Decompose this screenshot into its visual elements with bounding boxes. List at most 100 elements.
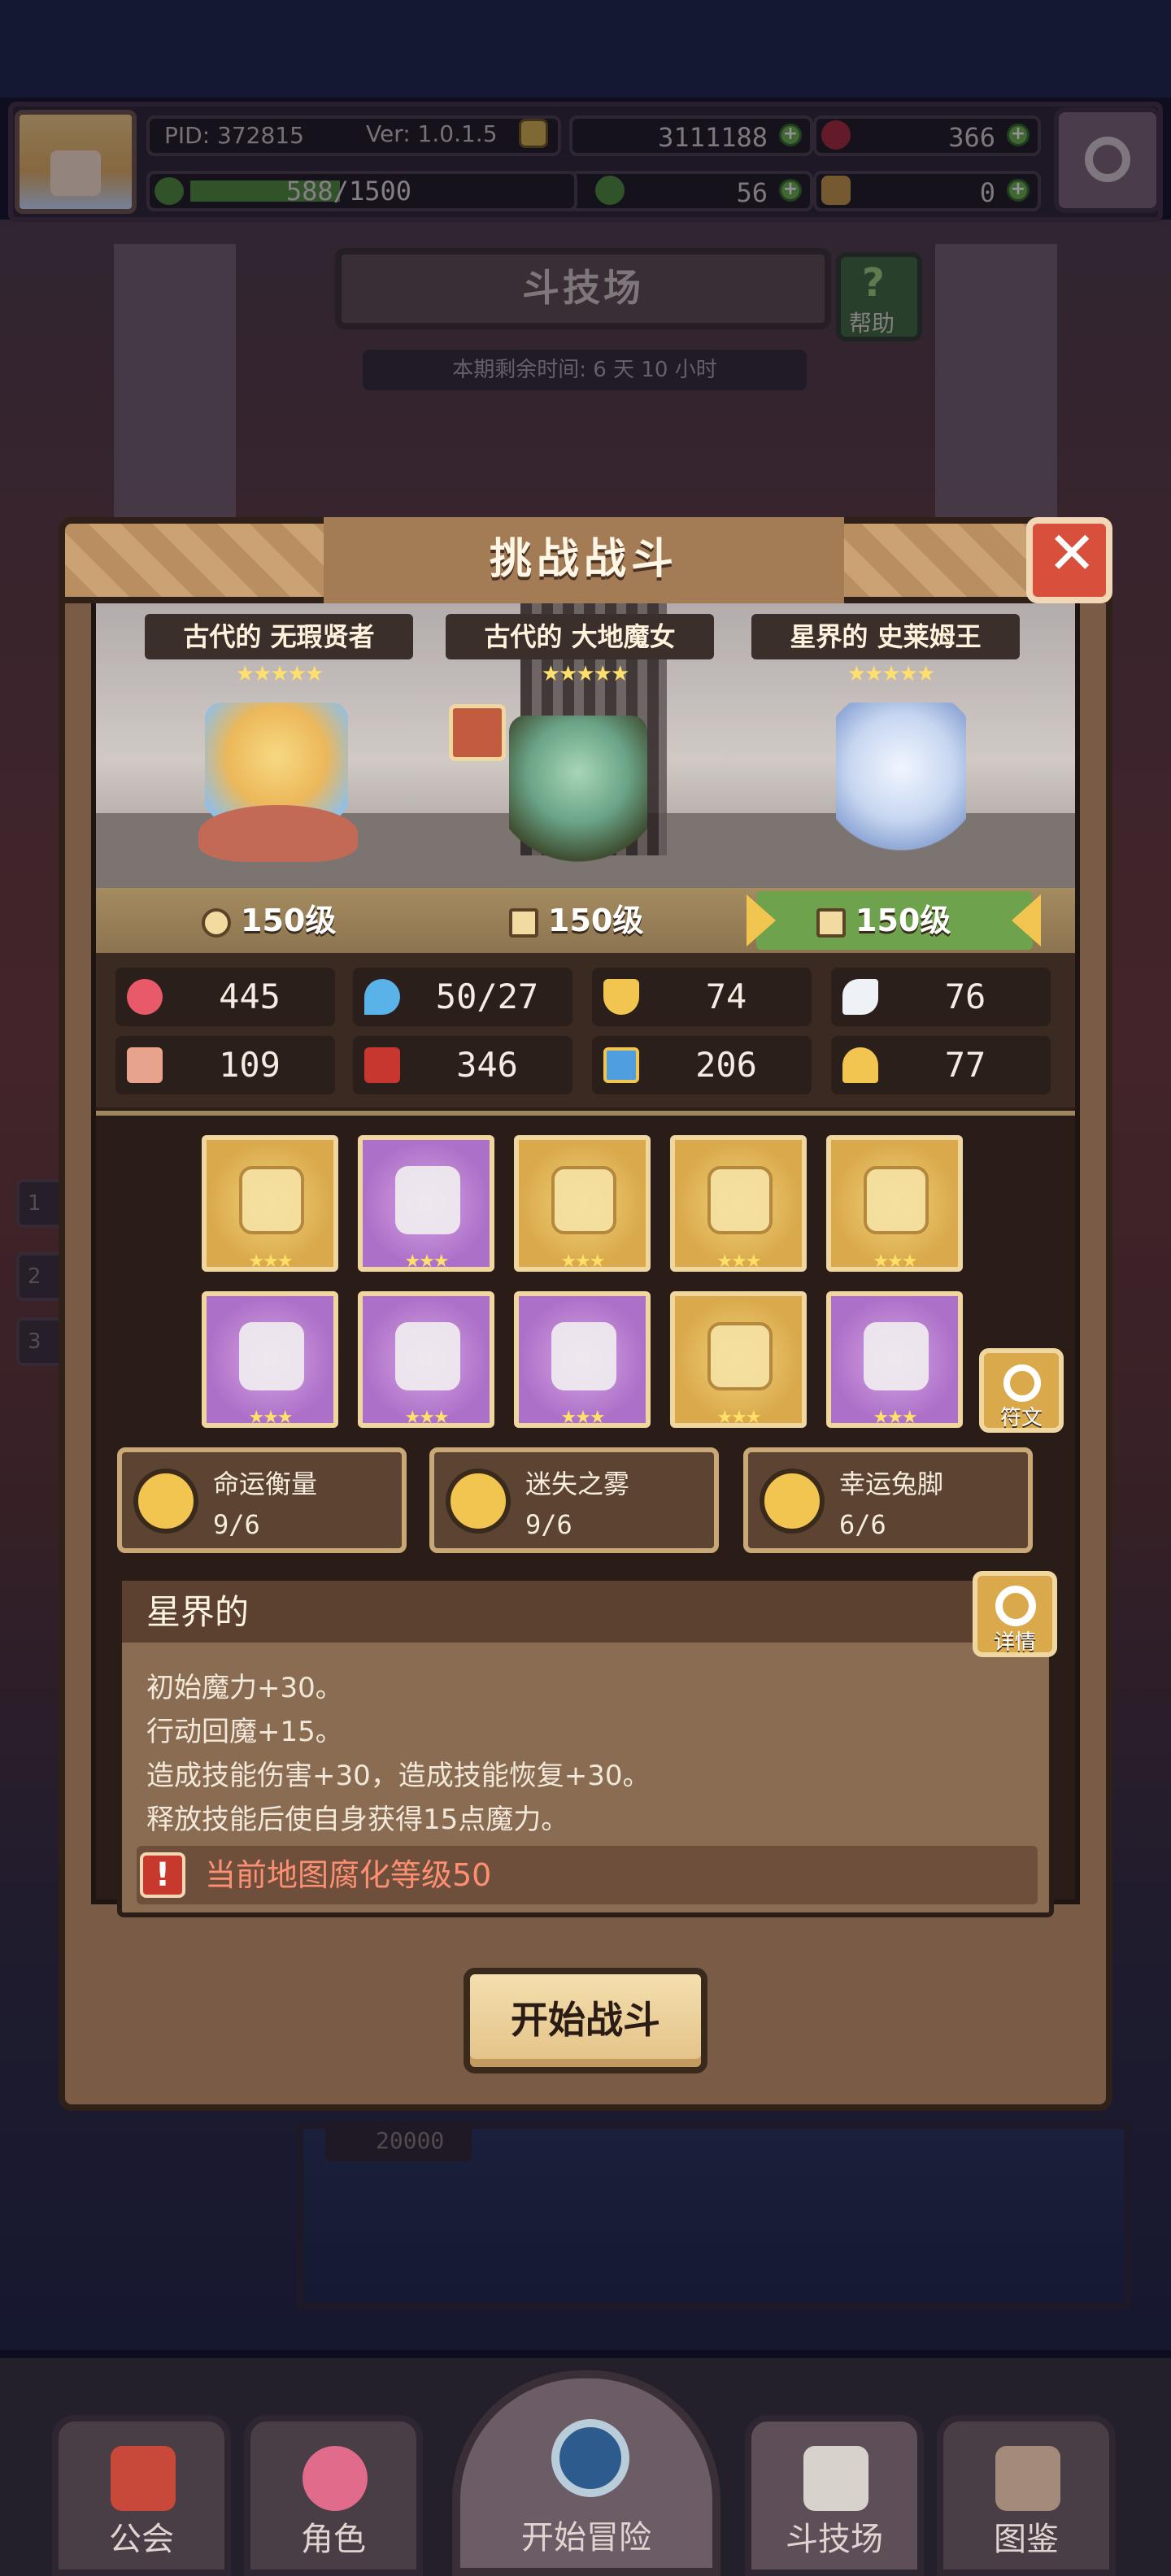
set-3-name: 幸运兔脚 (839, 1469, 944, 1499)
crossed-swords-icon (803, 2446, 868, 2511)
set-bonus-1[interactable]: 命运衡量 9/6 (117, 1447, 407, 1553)
details-button[interactable]: 详情 (973, 1571, 1057, 1657)
wing-icon (842, 979, 878, 1015)
shield-icon (603, 979, 639, 1015)
staff-icon (509, 907, 538, 938)
warning-text: 当前地图腐化等级50 (205, 1857, 492, 1893)
hero-1-level-text: 150级 (241, 903, 337, 938)
scepter-gear-slot[interactable]: ★★★ (202, 1135, 338, 1272)
set-bonus-3[interactable]: 幸运兔脚 6/6 (743, 1447, 1033, 1553)
corruption-warning: ! 当前地图腐化等级50 (137, 1846, 1038, 1904)
stat-mana: 50/27 (353, 968, 572, 1026)
book-icon (995, 2446, 1060, 2511)
set-1-name: 命运衡量 (213, 1469, 318, 1499)
nav-characters[interactable]: 角色 (244, 2415, 423, 2576)
nav-adventure-label: 开始冒险 (521, 2519, 651, 2556)
stat-magic-value: 346 (456, 1045, 518, 1085)
hero-3-level-text: 150级 (855, 903, 951, 938)
nav-codex[interactable]: 图鉴 (937, 2415, 1116, 2576)
stat-skill-value: 206 (695, 1045, 757, 1085)
trait-line-3: 造成技能伤害+30，造成技能恢复+30。 (146, 1760, 651, 1792)
nav-guild[interactable]: 公会 (52, 2415, 231, 2576)
stat-health: 445 (115, 968, 335, 1026)
hero-2-level: 150级 (509, 894, 643, 946)
hero-1-name: 古代的 无瑕贤者 (145, 614, 413, 659)
magnifier-icon (551, 2419, 629, 2497)
horseshoe-icon (842, 1047, 878, 1083)
ring-gear-slot[interactable]: ★★★ (826, 1135, 963, 1272)
fist-icon (127, 1047, 163, 1083)
stat-luck: 77 (831, 1036, 1051, 1094)
stat-attack-value: 109 (219, 1045, 281, 1085)
hero-3-level: 150级 (816, 894, 951, 946)
armor-icon (395, 1322, 460, 1390)
stat-defense-value: 74 (705, 977, 747, 1016)
pearl-icon (395, 1166, 460, 1234)
greaves-gear-slot[interactable]: ★★★ (826, 1291, 963, 1428)
armor-gear-slot[interactable]: ★★★ (358, 1291, 494, 1428)
mana-drop-icon (364, 979, 400, 1015)
swap-icon (1003, 1364, 1041, 1402)
stat-magic: 346 (353, 1036, 572, 1094)
hero-3-stars: ★★★★★ (847, 662, 936, 686)
details-label: 详情 (993, 1630, 1036, 1655)
scroll-icon (603, 1047, 639, 1083)
rune-button[interactable]: 符文 (979, 1348, 1064, 1433)
pearl-gear-slot[interactable]: ★★★ (358, 1135, 494, 1272)
hat-gear-slot[interactable]: ★★★ (202, 1291, 338, 1428)
close-icon: ✕ (1047, 519, 1097, 587)
set-2-count: 9/6 (525, 1509, 572, 1540)
bracelet-stars: ★★★ (716, 1408, 761, 1428)
hero-2-name: 古代的 大地魔女 (446, 614, 714, 659)
emblem-stars: ★★★ (716, 1251, 761, 1272)
greaves-stars: ★★★ (873, 1408, 917, 1428)
game-screen: { "hud": { "pid": "PID: 372815", "versio… (0, 0, 1171, 2576)
nav-arena[interactable]: 斗技场 (745, 2415, 924, 2576)
magnifier-icon (995, 1586, 1036, 1626)
stat-speed-value: 76 (944, 977, 986, 1016)
hero-2-stars: ★★★★★ (541, 662, 630, 686)
pearl-stars: ★★★ (404, 1251, 449, 1272)
spellbook-icon (364, 1047, 400, 1083)
necklace-gear-slot[interactable]: ★★★ (514, 1135, 651, 1272)
hero-3-sprite[interactable] (836, 703, 966, 865)
hero-1-shell (198, 805, 358, 862)
warning-icon: ! (140, 1852, 185, 1898)
staff-icon (816, 907, 846, 938)
hero-3-name: 星界的 史莱姆王 (751, 614, 1020, 659)
emblem-gear-slot[interactable]: ★★★ (670, 1135, 807, 1272)
boot-icon (551, 1322, 616, 1390)
nav-guild-label: 公会 (109, 2521, 174, 2558)
trait-line-2: 行动回魔+15。 (146, 1716, 343, 1748)
stat-luck-value: 77 (944, 1045, 986, 1085)
arrow-left-icon[interactable] (747, 894, 776, 946)
boot-gear-slot[interactable]: ★★★ (514, 1291, 651, 1428)
nav-arena-label: 斗技场 (786, 2521, 883, 2558)
stat-health-value: 445 (219, 977, 281, 1016)
stat-skill: 206 (592, 1036, 812, 1094)
emblem-icon (707, 1166, 773, 1234)
character-icon (303, 2446, 368, 2511)
nav-codex-label: 图鉴 (994, 2521, 1059, 2558)
stat-mana-value: 50/27 (435, 977, 539, 1016)
ring-icon (864, 1166, 929, 1234)
set-bonus-2[interactable]: 迷失之雾 9/6 (429, 1447, 719, 1553)
trait-line-4: 释放技能后使自身获得15点魔力。 (146, 1804, 569, 1836)
close-button[interactable]: ✕ (1026, 517, 1112, 603)
start-battle-button[interactable]: 开始战斗 (464, 1968, 707, 2073)
scepter-icon (239, 1166, 304, 1234)
nav-characters-label: 角色 (301, 2521, 366, 2558)
stat-defense: 74 (592, 968, 812, 1026)
hero-1-level: 150级 (202, 894, 336, 946)
necklace-icon (551, 1166, 616, 1234)
arrow-right-icon[interactable] (1012, 894, 1041, 946)
captain-badge-icon (449, 704, 506, 761)
hero-2-sprite[interactable] (509, 716, 647, 878)
heart-icon (127, 979, 163, 1015)
bracelet-icon (707, 1322, 773, 1390)
bracelet-gear-slot[interactable]: ★★★ (670, 1291, 807, 1428)
hero-2-level-text: 150级 (548, 903, 644, 938)
set-1-icon (133, 1469, 198, 1534)
set-1-count: 9/6 (213, 1509, 260, 1540)
trait-title: 星界的 (146, 1592, 250, 1632)
